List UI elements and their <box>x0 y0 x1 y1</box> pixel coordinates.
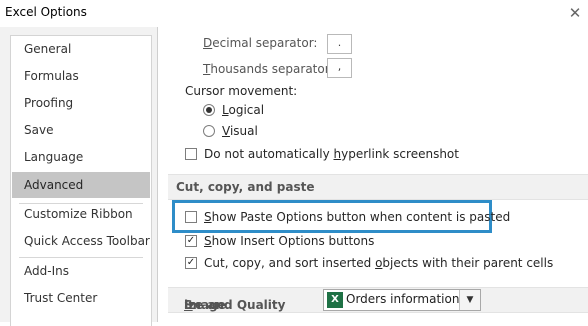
close-icon[interactable]: ✕ <box>564 0 586 26</box>
dropdown-value: Orders information... <box>346 292 471 306</box>
nav-item-customize-ribbon[interactable]: Customize Ribbon <box>12 201 150 227</box>
visual-radio[interactable] <box>203 125 215 137</box>
thousands-separator-label: Thousands separator: <box>203 62 334 76</box>
show-insert-options-checkbox[interactable]: ✓ <box>185 235 197 247</box>
show-paste-options-checkbox[interactable] <box>185 211 197 223</box>
cut-copy-sort-objects-checkbox[interactable]: ✓ <box>185 257 197 269</box>
cut-copy-sort-objects-label: Cut, copy, and sort inserted objects wit… <box>204 256 554 270</box>
nav-item-general[interactable]: General <box>12 36 150 62</box>
nav-item-advanced[interactable]: Advanced <box>12 172 150 198</box>
logical-radio[interactable] <box>203 104 215 116</box>
visual-radio-label: Visual <box>222 124 258 138</box>
image-workbook-dropdown[interactable]: X Orders information... ▼ <box>323 289 481 311</box>
options-nav-list: General Formulas Proofing Save Language … <box>10 35 152 326</box>
hyperlink-screenshot-label: Do not automatically hyperlink screensho… <box>204 147 459 161</box>
excel-workbook-icon: X <box>327 292 343 308</box>
nav-item-formulas[interactable]: Formulas <box>12 63 150 89</box>
window-title: Excel Options <box>5 5 87 19</box>
show-paste-options-label: Show Paste Options button when content i… <box>204 210 511 224</box>
decimal-separator-input[interactable]: . <box>327 34 352 54</box>
thousands-separator-input[interactable]: , <box>327 58 352 78</box>
nav-item-proofing[interactable]: Proofing <box>12 90 150 116</box>
nav-item-language[interactable]: Language <box>12 144 150 170</box>
section-header-cut-copy-paste: Cut, copy, and paste <box>168 174 588 200</box>
options-sidebar: General Formulas Proofing Save Language … <box>0 27 157 326</box>
nav-item-add-ins[interactable]: Add-Ins <box>12 258 150 284</box>
title-bar: Excel Options ✕ <box>0 0 588 28</box>
logical-radio-label: Logical <box>222 103 265 117</box>
nav-item-trust-center[interactable]: Trust Center <box>12 285 150 311</box>
hyperlink-screenshot-checkbox[interactable] <box>185 148 197 160</box>
nav-item-quick-access-toolbar[interactable]: Quick Access Toolbar <box>12 228 150 254</box>
show-insert-options-label: Show Insert Options buttons <box>204 234 375 248</box>
chevron-down-icon[interactable]: ▼ <box>459 290 480 310</box>
section-title: Cut, copy, and paste <box>176 180 315 194</box>
decimal-separator-label: Decimal separator: <box>203 36 318 50</box>
nav-item-save[interactable]: Save <box>12 117 150 143</box>
advanced-options-panel: Decimal separator: . Thousands separator… <box>157 27 588 322</box>
cursor-movement-heading: Cursor movement: <box>185 84 298 98</box>
